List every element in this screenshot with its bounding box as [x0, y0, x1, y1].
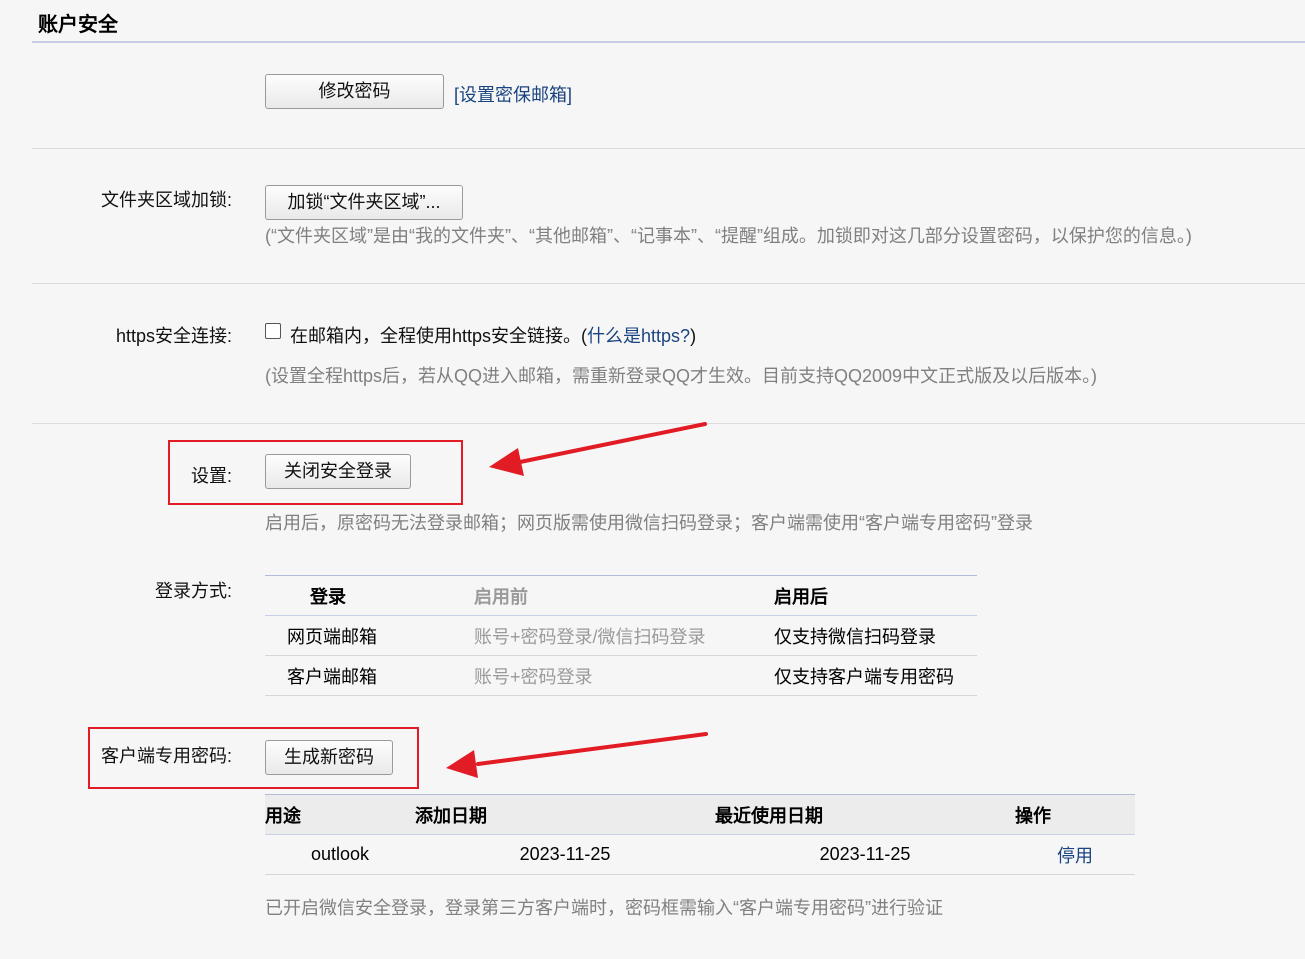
arrow-head-client-password	[446, 750, 478, 778]
arrow-shaft-secure-login	[518, 422, 707, 464]
arrow-shaft-client-password	[476, 732, 708, 766]
arrow-head-secure-login	[489, 448, 524, 476]
annotation-arrows	[446, 422, 708, 778]
